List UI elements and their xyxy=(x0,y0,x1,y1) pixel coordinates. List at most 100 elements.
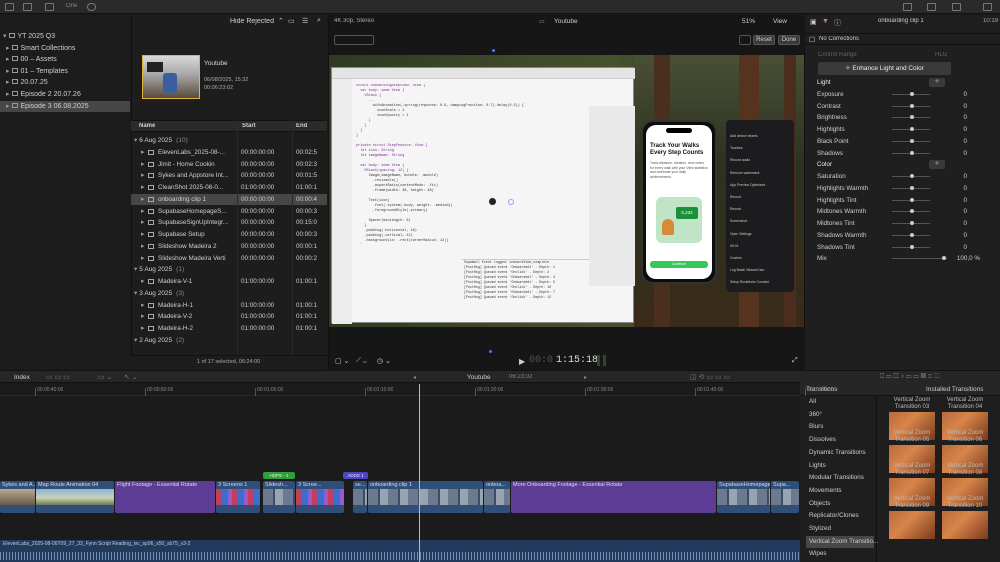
simulator-option[interactable]: App Preview Optimized xyxy=(730,181,790,189)
transition-category[interactable]: Dynamic Transitions xyxy=(806,447,874,460)
view-popup[interactable]: View xyxy=(773,18,787,25)
installed-transitions-popup[interactable]: Installed Transitions xyxy=(926,386,983,393)
clip-appearance-icon[interactable]: ▭ xyxy=(288,17,295,25)
timeline-view-icons[interactable]: ◫ ⟲ ▭ ▭ ▭ xyxy=(690,373,730,381)
disclosure-arrow-icon[interactable]: ▸ xyxy=(141,217,145,229)
bottom-handle[interactable] xyxy=(489,350,492,353)
browser-clip-row[interactable]: ▸ Slideshow Madeira 2 00:00:00:00 00:00:1 xyxy=(131,241,327,253)
disclosure-arrow-icon[interactable]: ▸ xyxy=(141,253,145,265)
disclosure-arrow-icon[interactable]: ▸ xyxy=(141,241,145,253)
browser-clip-row[interactable]: ▸ ElevenLabs_2025-08-... 00:00:00:00 00:02:… xyxy=(131,147,327,159)
video-inspector-icon[interactable]: ▣ xyxy=(810,18,817,26)
audio-tools-icons[interactable]: ⎕ ▭ ◫ ♪ ▭ ▭ ▤ ◻ ⬚ xyxy=(880,373,939,381)
disclosure-arrow-icon[interactable]: ▸ xyxy=(6,45,10,52)
param-slider[interactable] xyxy=(892,103,930,108)
transition-category[interactable]: Wipes xyxy=(806,548,874,561)
timeline-clip[interactable]: Map Route Animation 04 xyxy=(36,481,114,513)
timeline-clip[interactable]: More Onboarding Footage - Essential Rota… xyxy=(511,481,716,513)
param-value[interactable]: 0 xyxy=(937,218,967,230)
timeline-clip[interactable]: Sykes and A... xyxy=(0,481,35,513)
param-value[interactable]: 0 xyxy=(937,230,967,242)
timeline-clip[interactable]: SupabaseHomepage... xyxy=(717,481,770,513)
enhance-light-color-button[interactable]: ✧ Enhance Light and Color xyxy=(818,62,951,75)
disclosure-arrow-icon[interactable]: ▾ xyxy=(3,33,7,40)
disclosure-arrow-icon[interactable]: ▸ xyxy=(141,182,145,194)
library-toggle-icon[interactable] xyxy=(5,3,14,11)
transition-category[interactable]: Vertical Zoom Transitio... xyxy=(806,535,878,549)
library-item[interactable]: ▾ YT 2025 Q3 xyxy=(0,31,130,42)
param-slider[interactable] xyxy=(892,221,930,225)
simulator-option[interactable]: Remove watermark xyxy=(730,169,790,177)
layout-icon-3[interactable] xyxy=(952,3,961,11)
param-value[interactable]: 0 xyxy=(937,89,967,101)
param-value[interactable]: 0 xyxy=(937,112,967,124)
disclosure-arrow-icon[interactable]: ▸ xyxy=(141,323,145,335)
slider-knob[interactable] xyxy=(910,150,914,155)
param-slider[interactable] xyxy=(892,197,930,202)
transform-nav-control[interactable] xyxy=(334,35,374,45)
retime-icon[interactable]: ◷ ⌄ xyxy=(377,357,391,365)
browser-clip-row[interactable]: ▸ Sykes and Appstore Int... 00:00:00:00 00:… xyxy=(131,170,327,182)
filter-chevron-icon[interactable]: ⌃ xyxy=(278,17,284,25)
date-group-row[interactable]: ▾ 3 Aug 2025 (3) xyxy=(131,288,327,300)
select-tool-icon[interactable]: ↖ ⌄ xyxy=(124,373,138,381)
transition-category[interactable]: Replicator/Clones xyxy=(806,510,874,523)
end-column-header[interactable]: End xyxy=(296,123,307,129)
disclosure-arrow-icon[interactable]: ▸ xyxy=(141,300,145,312)
transition-category[interactable]: Modular Transitions xyxy=(806,472,874,485)
param-value[interactable]: 0 xyxy=(937,101,967,113)
param-value[interactable]: 0 xyxy=(937,148,967,160)
browser-clip-row[interactable]: ▸ Jimit - Home Cookin 00:00:00:00 00:02:3 xyxy=(131,159,327,171)
share-icon[interactable] xyxy=(983,3,992,11)
continue-button[interactable]: Continue xyxy=(650,261,708,268)
library-item[interactable]: ▸ 01 – Templates xyxy=(0,66,130,77)
param-slider[interactable] xyxy=(892,174,930,178)
slider-knob[interactable] xyxy=(910,103,914,108)
transition-category[interactable]: Movements xyxy=(806,485,874,498)
browser-clip-row[interactable]: ▸ Madeira-H-1 01:00:00:00 01:00:1 xyxy=(131,300,327,312)
timeline-clip[interactable]: onboa... xyxy=(484,481,510,513)
timeline-clip[interactable]: Slidesh... xyxy=(263,481,295,513)
slider-knob[interactable] xyxy=(910,127,914,131)
play-icon[interactable]: ▶ xyxy=(519,357,525,366)
date-group-row[interactable]: ▾ 2 Aug 2025 (2) xyxy=(131,335,327,347)
filter-popup[interactable]: Hide Rejected xyxy=(230,18,274,25)
library-item[interactable]: ▸ Smart Collections xyxy=(0,43,130,54)
slider-knob[interactable] xyxy=(910,232,914,237)
auto-balance-icon[interactable]: ✧ xyxy=(929,160,945,170)
transition-category[interactable]: Blurs xyxy=(806,421,874,434)
fullscreen-icon[interactable]: ⤢ xyxy=(792,357,798,365)
browser-clip-row[interactable]: ▸ Madeira-V-2 01:00:00:00 01:00:1 xyxy=(131,311,327,323)
marker-adds[interactable]: ADDS 1 xyxy=(343,472,368,479)
param-value[interactable]: 0 xyxy=(937,136,967,148)
layout-icon-2[interactable] xyxy=(927,3,936,11)
simulator-option[interactable]: Touches xyxy=(730,144,790,152)
param-value[interactable]: 0 xyxy=(937,171,967,183)
disclosure-arrow-icon[interactable]: ▸ xyxy=(6,103,10,110)
param-value[interactable]: 0 xyxy=(937,206,967,218)
param-slider[interactable] xyxy=(892,256,947,261)
slider-knob[interactable] xyxy=(910,185,914,190)
transform-tool-icon[interactable]: ⟋ ⌄ xyxy=(356,357,367,365)
list-view-icon[interactable]: ☰ xyxy=(302,17,308,25)
background-tasks-icon[interactable] xyxy=(87,3,96,11)
simulator-option[interactable]: Log Batch StreamCam xyxy=(730,266,790,274)
start-column-header[interactable]: Start xyxy=(242,123,256,129)
timeline-clip[interactable]: se... xyxy=(353,481,367,513)
param-slider[interactable] xyxy=(892,209,930,214)
param-slider[interactable] xyxy=(892,127,930,131)
browser-clip-row[interactable]: ▸ onboarding clip 1 00:00:00:00 00:00:4 xyxy=(131,193,327,206)
transition-category[interactable]: 360° xyxy=(806,409,874,422)
disclosure-arrow-icon[interactable]: ▸ xyxy=(141,229,145,241)
browser-clip-row[interactable]: ▸ Madeira-H-2 01:00:00:00 01:00:1 xyxy=(131,323,327,335)
marker-hdps[interactable]: HDPS - 4 xyxy=(263,472,295,479)
disclosure-arrow-icon[interactable]: ▸ xyxy=(141,276,145,288)
transition-thumbnail[interactable] xyxy=(942,511,988,539)
auto-balance-icon[interactable]: ✧ xyxy=(929,78,945,87)
disclosure-arrow-icon[interactable]: ▸ xyxy=(6,79,10,86)
slider-knob[interactable] xyxy=(910,138,914,143)
disclosure-arrow-icon[interactable]: ▸ xyxy=(6,91,10,98)
disclosure-arrow-icon[interactable]: ▸ xyxy=(6,68,10,75)
timecode-display[interactable]: 1:15:18 xyxy=(556,355,598,366)
append-icon[interactable]: ▭ ▭ ▭ xyxy=(46,373,70,381)
